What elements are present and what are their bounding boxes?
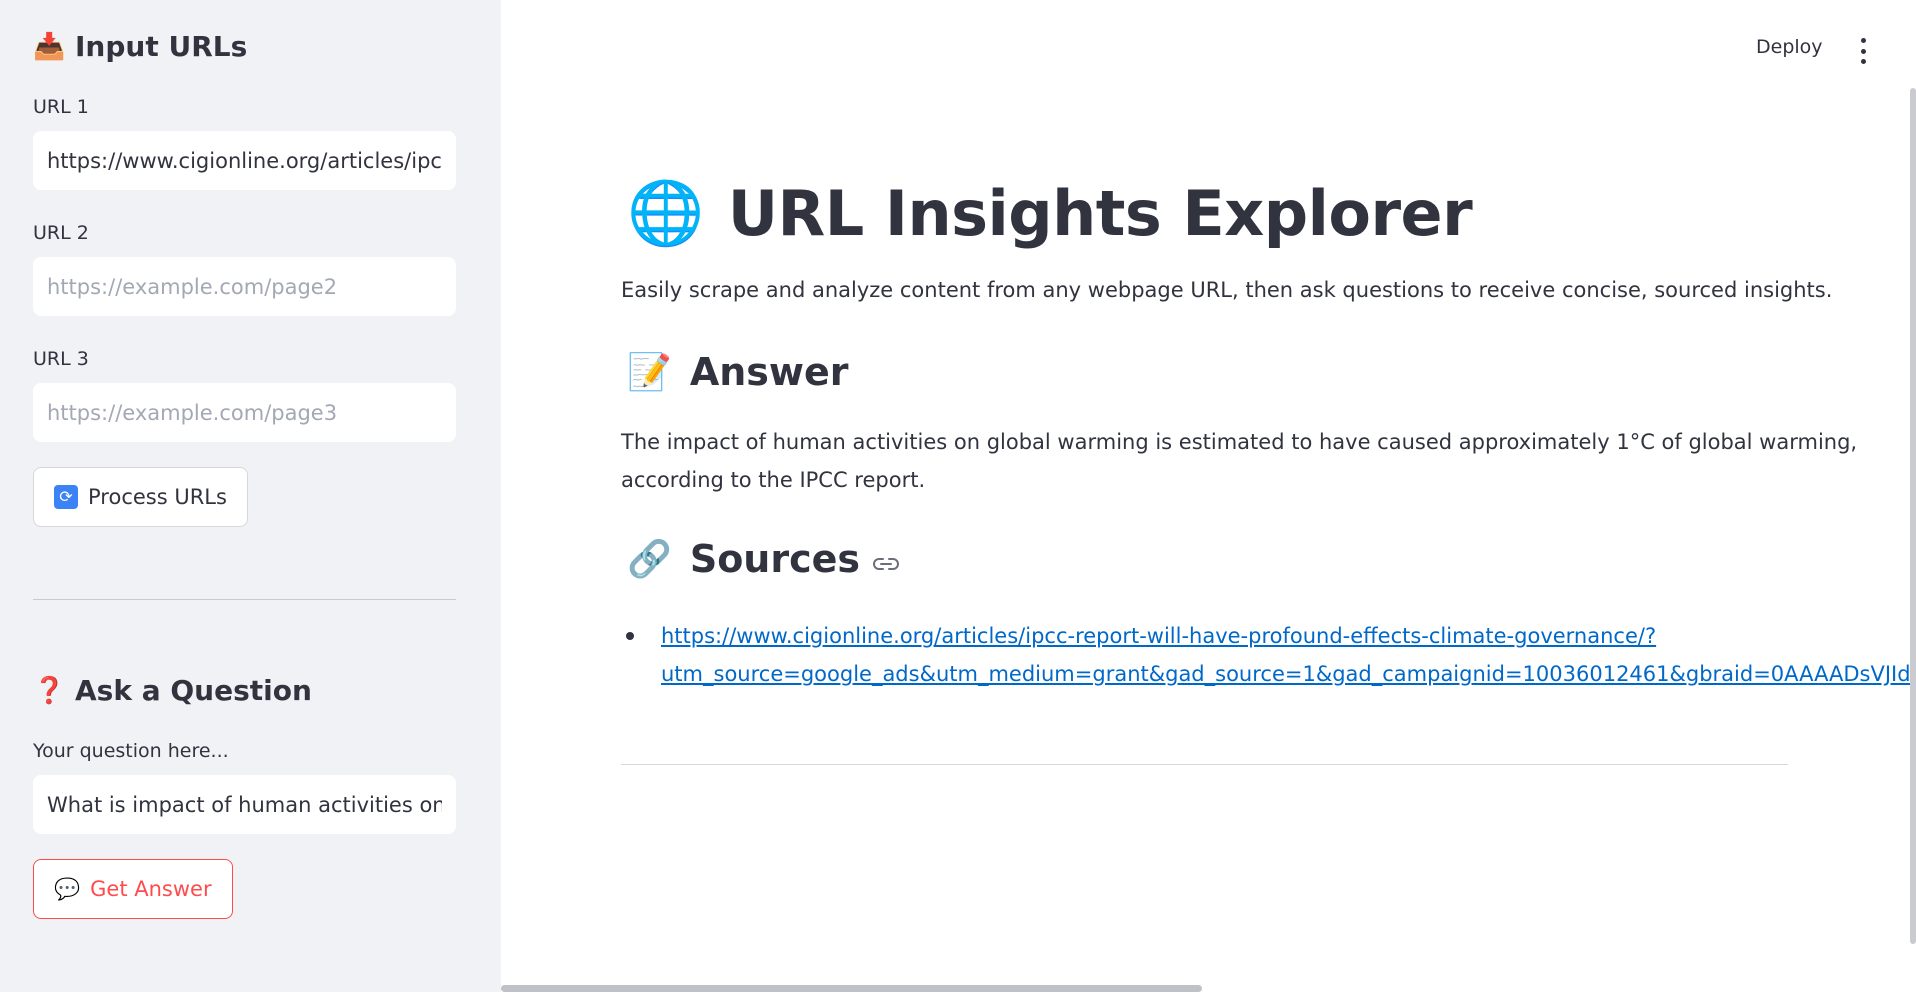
page-subtitle: Easily scrape and analyze content from a… (621, 278, 1833, 302)
main-content: Deploy 🌐 URL Insights Explorer Easily sc… (501, 0, 1916, 992)
globe-icon: 🌐 (627, 176, 704, 249)
page-title: 🌐 URL Insights Explorer (627, 176, 1473, 250)
url-1-label: URL 1 (33, 96, 89, 118)
deploy-button[interactable]: Deploy (1756, 36, 1823, 58)
sidebar: 📥 Input URLs URL 1 URL 2 URL 3 ⟳ Process… (0, 0, 501, 992)
question-input[interactable] (33, 775, 456, 834)
source-link[interactable]: https://www.cigionline.org/articles/ipcc… (661, 617, 1916, 693)
anchor-link-icon[interactable] (872, 537, 900, 581)
get-answer-button[interactable]: 💬 Get Answer (33, 859, 233, 919)
more-menu-icon[interactable] (1853, 38, 1873, 64)
answer-text: The impact of human activities on global… (621, 430, 1858, 492)
horizontal-scrollbar[interactable] (501, 985, 1202, 992)
url-2-input[interactable] (33, 257, 456, 316)
url-2-label: URL 2 (33, 222, 89, 244)
sources-list: https://www.cigionline.org/articles/ipcc… (621, 617, 1916, 693)
sidebar-divider (33, 599, 456, 600)
url-3-label: URL 3 (33, 348, 89, 370)
memo-icon: 📝 (627, 352, 672, 393)
vertical-scrollbar[interactable] (1910, 88, 1916, 944)
process-urls-button[interactable]: ⟳ Process URLs (33, 467, 248, 527)
question-mark-icon: ❓ (33, 675, 66, 706)
bullet (626, 632, 634, 640)
url-1-input[interactable] (33, 131, 456, 190)
speech-bubble-icon: 💬 (54, 876, 81, 901)
link-icon: 🔗 (627, 539, 672, 580)
list-item: https://www.cigionline.org/articles/ipcc… (621, 617, 1916, 693)
refresh-icon: ⟳ (54, 485, 78, 509)
main-divider (621, 764, 1788, 765)
ask-question-heading: ❓ Ask a Question (33, 674, 312, 707)
input-urls-heading: 📥 Input URLs (33, 30, 248, 63)
sources-heading: 🔗 Sources (627, 537, 900, 581)
inbox-tray-icon: 📥 (33, 31, 66, 62)
answer-heading: 📝 Answer (627, 350, 849, 394)
question-label: Your question here... (33, 740, 229, 762)
url-3-input[interactable] (33, 383, 456, 442)
